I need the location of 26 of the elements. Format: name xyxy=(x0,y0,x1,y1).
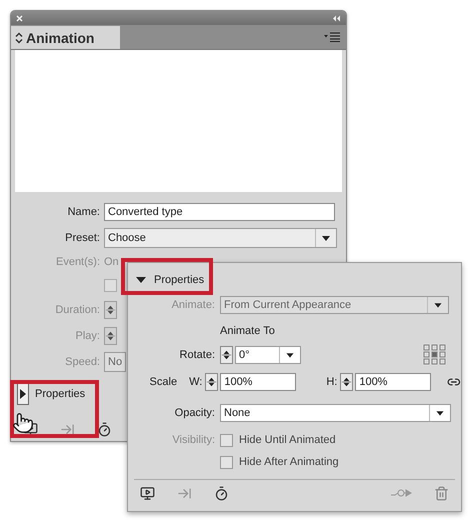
field-label: Duration: xyxy=(54,304,101,316)
field-label: Scale xyxy=(150,376,178,388)
section-label: Properties xyxy=(35,388,86,400)
dropdown[interactable]: None xyxy=(220,404,451,422)
disclosure-button[interactable]: Properties xyxy=(136,274,204,286)
name-field[interactable]: Converted type xyxy=(104,203,335,221)
panel-tab[interactable]: Animation xyxy=(11,26,120,49)
field-label: Opacity: xyxy=(174,407,216,419)
checkbox-label: Hide Until Animated xyxy=(239,434,336,446)
field-label: Rotate: xyxy=(178,349,216,361)
field-label: Animate: xyxy=(170,299,216,311)
field-label: Visibility: xyxy=(171,434,216,446)
field-value: On xyxy=(104,256,119,268)
field-label: Event(s): xyxy=(54,256,101,268)
width-field[interactable]: 100% xyxy=(220,373,296,391)
height-field[interactable]: 100% xyxy=(355,373,432,391)
field-label: Preset: xyxy=(64,232,101,244)
field-label: H: xyxy=(325,376,338,388)
field-label: Name: xyxy=(66,206,101,218)
section-heading: Animate To xyxy=(220,325,275,337)
field-label: W: xyxy=(189,376,202,388)
dropdown[interactable]: 0° xyxy=(235,346,301,364)
field-label: Play: xyxy=(74,330,101,342)
field-label: Speed: xyxy=(64,356,101,368)
dropdown[interactable]: Choose xyxy=(104,228,337,248)
checkbox-label: Hide After Animating xyxy=(239,456,339,468)
